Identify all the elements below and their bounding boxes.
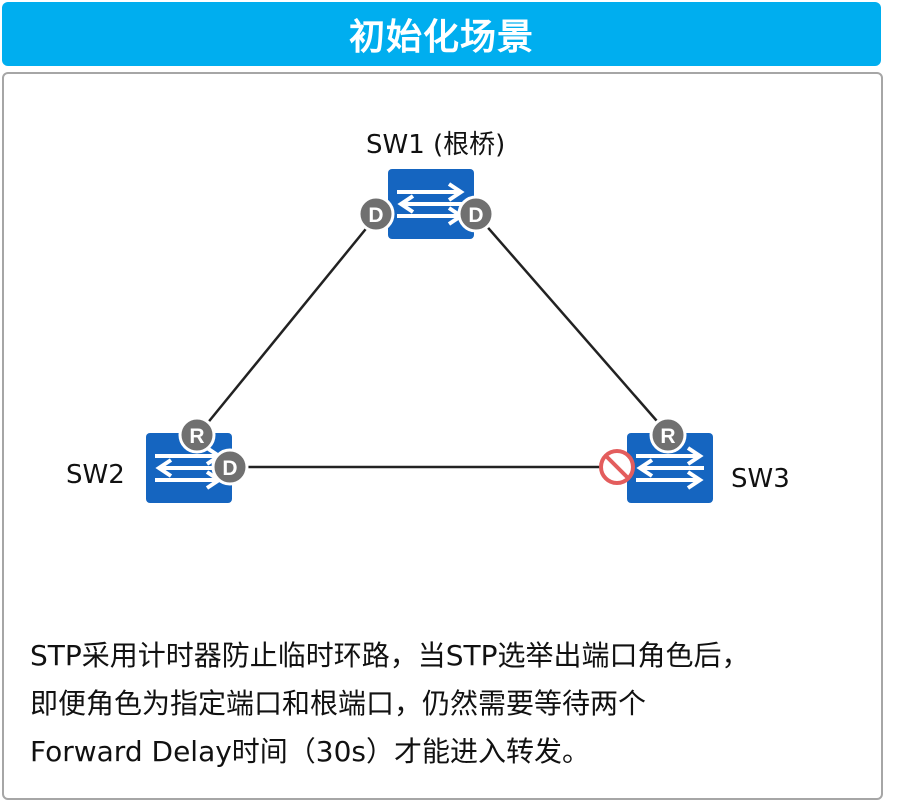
port-badge-root: R xyxy=(178,416,216,454)
svg-text:R: R xyxy=(189,425,204,448)
svg-text:R: R xyxy=(660,425,675,448)
switch-label-sw2: SW2 xyxy=(66,460,125,490)
switch-icon xyxy=(395,182,467,226)
description-line: 即便角色为指定端口和根端口，仍然需要等待两个 xyxy=(30,687,647,720)
svg-text:D: D xyxy=(468,204,483,227)
description-text: STP采用计时器防止临时环路，当STP选举出端口角色后， 即便角色为指定端口和根… xyxy=(30,632,875,776)
svg-text:D: D xyxy=(368,204,383,227)
svg-text:D: D xyxy=(222,457,237,480)
switch-label-sw3: SW3 xyxy=(731,464,790,494)
link-sw1-sw3 xyxy=(475,213,671,437)
blocked-icon xyxy=(599,449,635,485)
port-badge-designated: D xyxy=(211,448,249,486)
description-line: STP采用计时器防止临时环路，当STP选举出端口角色后， xyxy=(30,639,750,672)
switch-icon xyxy=(634,446,706,490)
port-badge-root: R xyxy=(649,416,687,454)
port-badge-designated: D xyxy=(457,195,495,233)
description-line: Forward Delay时间（30s）才能进入转发。 xyxy=(30,735,591,768)
port-badge-designated: D xyxy=(357,195,395,233)
link-sw1-sw2 xyxy=(196,213,379,437)
switch-label-sw1: SW1 (根桥) xyxy=(366,130,506,160)
